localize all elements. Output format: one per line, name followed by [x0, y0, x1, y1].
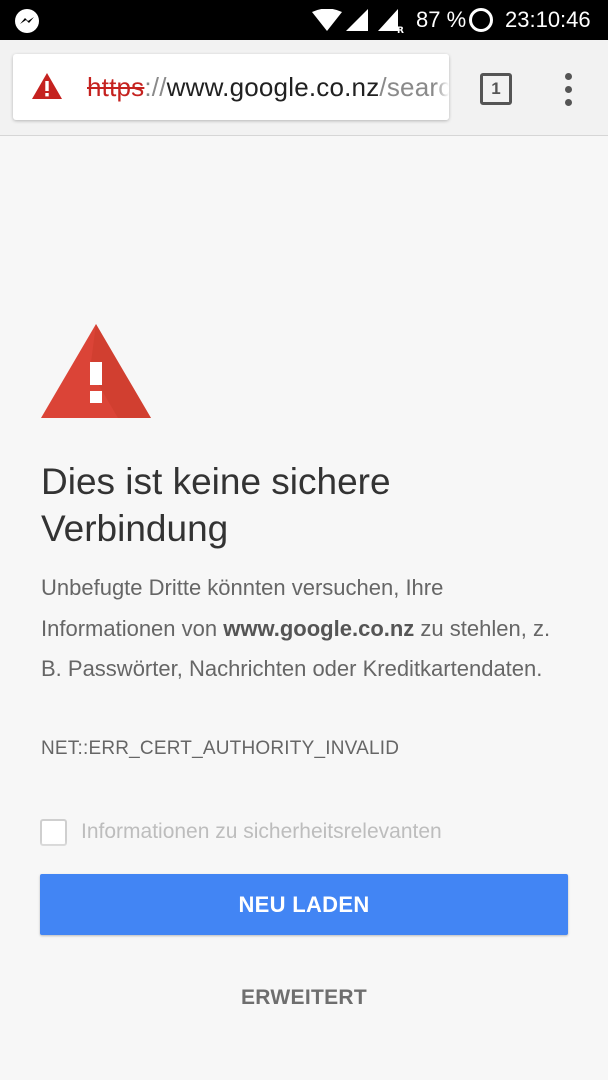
- battery-icon: [469, 8, 493, 32]
- url-text[interactable]: https://www.google.co.nz/search: [87, 72, 449, 103]
- tab-switcher-button[interactable]: 1: [480, 73, 512, 105]
- security-warning-icon[interactable]: [31, 72, 63, 100]
- page-title: Dies ist keine sichere Verbindung: [41, 461, 391, 549]
- menu-dot-icon: [565, 86, 572, 93]
- signal-icon: [346, 9, 368, 31]
- description-host: www.google.co.nz: [223, 615, 415, 641]
- url-host: www.google.co.nz: [166, 72, 380, 102]
- warning-description: Unbefugte Dritte könnten versuchen, Ihre…: [41, 568, 571, 690]
- menu-dot-icon: [565, 73, 572, 80]
- clock: 23:10:46: [505, 7, 591, 32]
- address-bar[interactable]: https://www.google.co.nz/search: [13, 54, 449, 120]
- overflow-menu-button[interactable]: [552, 70, 586, 110]
- url-separator: ://: [144, 72, 167, 102]
- advanced-button[interactable]: ERWEITERT: [204, 976, 404, 1020]
- wifi-icon: [312, 9, 342, 31]
- error-code: NET::ERR_CERT_AUTHORITY_INVALID: [41, 738, 400, 759]
- roaming-signal-icon: R: [378, 9, 404, 33]
- url-fade: [435, 54, 449, 120]
- reload-button[interactable]: NEU LADEN: [40, 874, 568, 935]
- messenger-icon: [15, 9, 39, 33]
- warning-triangle-icon: [41, 324, 151, 418]
- battery-level: 87 %: [416, 7, 467, 32]
- status-bar: R 87 % 23:10:46: [0, 0, 608, 40]
- url-scheme: https: [87, 72, 145, 102]
- svg-text:R: R: [397, 26, 404, 33]
- ssl-interstitial: Dies ist keine sichere Verbindung Unbefu…: [0, 136, 608, 1080]
- security-report-option[interactable]: Informationen zu sicherheitsrelevanten: [40, 818, 580, 864]
- checkbox-fade: [40, 840, 580, 864]
- menu-dot-icon: [565, 99, 572, 106]
- browser-toolbar: https://www.google.co.nz/search 1: [0, 40, 608, 136]
